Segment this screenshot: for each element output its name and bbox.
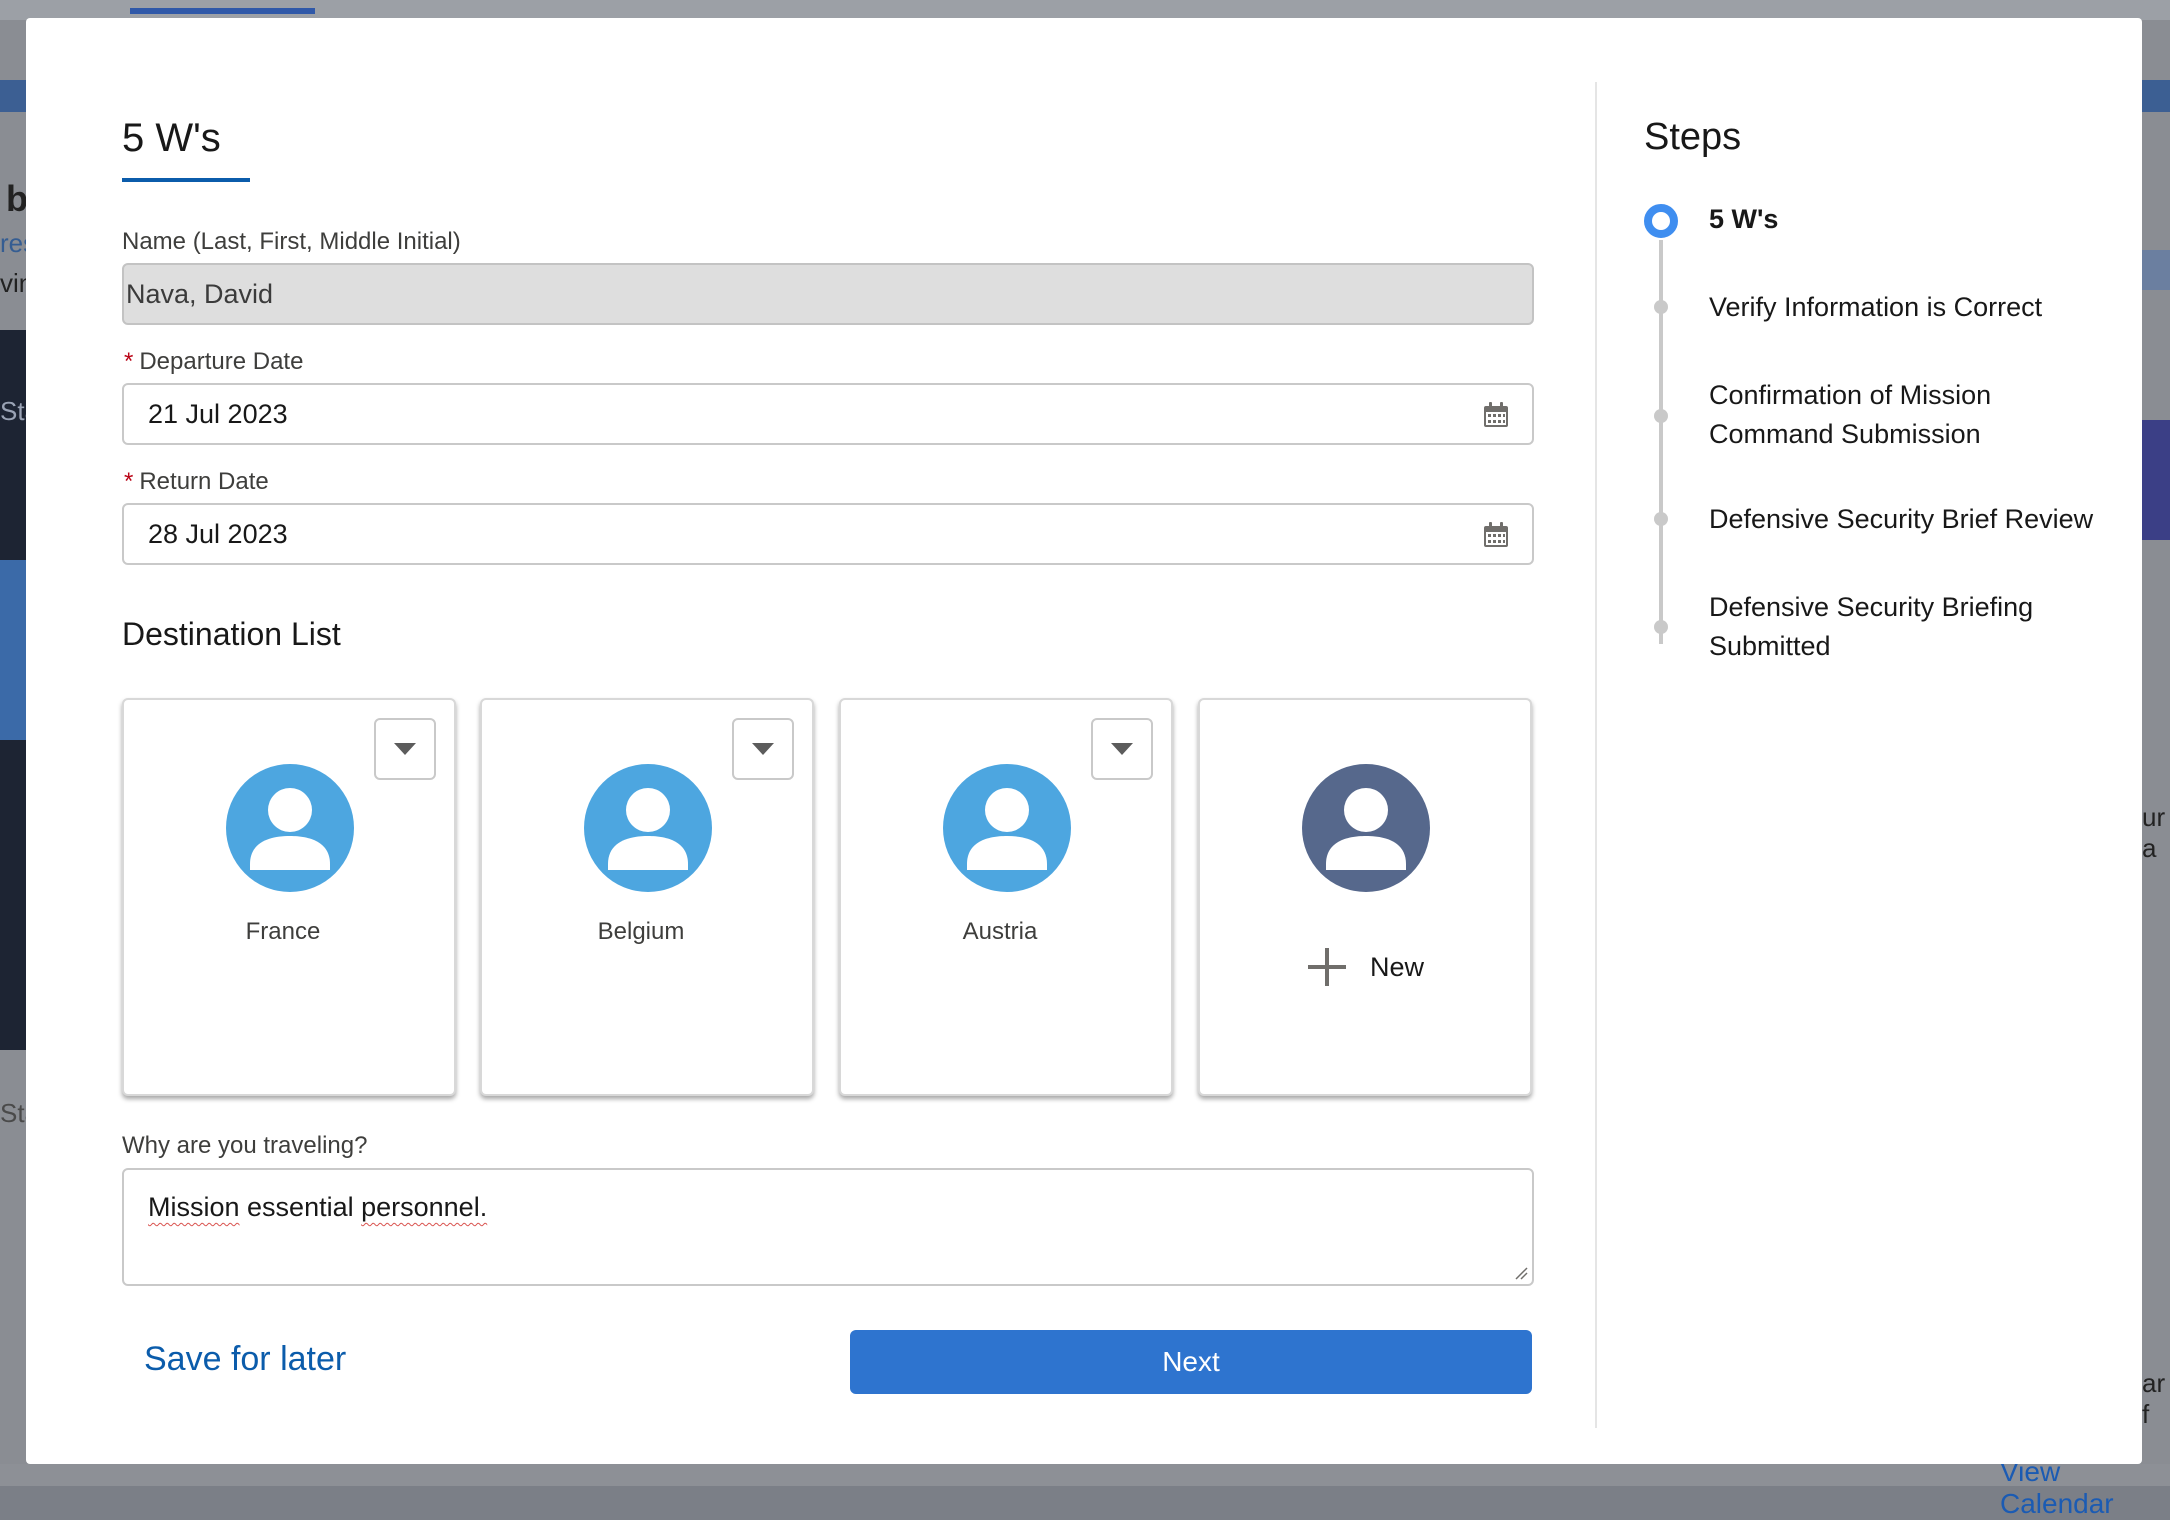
step-item-5ws[interactable]: 5 W's — [1709, 200, 2129, 239]
plus-icon — [1308, 948, 1346, 986]
background-right-band — [2142, 420, 2170, 540]
background-text: b — [6, 178, 28, 219]
required-marker: * — [124, 348, 134, 375]
step-item-confirmation-mission-command[interactable]: Confirmation of Mission Command Submissi… — [1709, 376, 2049, 454]
required-marker: * — [124, 468, 134, 495]
new-destination-card[interactable]: New — [1198, 698, 1532, 1096]
save-for-later-button[interactable]: Save for later — [144, 1340, 346, 1379]
step-item-defensive-security-review[interactable]: Defensive Security Brief Review — [1709, 500, 2129, 539]
new-destination-label: New — [1370, 951, 1425, 982]
calendar-icon[interactable] — [1482, 401, 1510, 429]
departure-date-value: 21 Jul 2023 — [148, 398, 288, 429]
chevron-down-icon — [394, 743, 416, 755]
departure-date-label-text: Departure Date — [139, 348, 304, 375]
background-top-bar — [0, 0, 2170, 20]
chevron-down-icon — [1111, 743, 1133, 755]
panel-divider — [1595, 82, 1597, 1428]
return-date-label-text: Return Date — [139, 468, 269, 495]
name-field: Nava, David — [122, 263, 1534, 325]
why-traveling-value: Mission essential personnel. — [148, 1192, 487, 1222]
user-avatar-icon — [584, 764, 712, 892]
resize-handle-icon[interactable] — [1514, 1266, 1528, 1280]
step-indicator — [1654, 300, 1668, 314]
card-menu-button[interactable] — [732, 718, 794, 780]
steps-title: Steps — [1644, 116, 1742, 158]
step-indicator — [1654, 512, 1668, 526]
user-avatar-icon — [1302, 764, 1430, 892]
destination-label: Belgium — [597, 918, 685, 945]
destination-label: France — [245, 918, 321, 945]
active-tab-underline — [122, 178, 250, 182]
background-left-highlight — [0, 560, 26, 740]
why-text-word: personnel. — [361, 1192, 488, 1222]
destination-card-austria[interactable]: Austria — [839, 698, 1173, 1096]
next-button[interactable]: Next — [850, 1330, 1532, 1394]
destination-label: Austria — [962, 918, 1038, 945]
step-indicator — [1654, 620, 1668, 634]
view-calendar-link[interactable]: View Calendar — [2000, 1456, 2170, 1520]
card-menu-button[interactable] — [1091, 718, 1153, 780]
step-indicator — [1654, 409, 1668, 423]
departure-date-input[interactable]: 21 Jul 2023 — [122, 383, 1534, 445]
destination-list-title: Destination List — [122, 616, 341, 652]
card-menu-button[interactable] — [374, 718, 436, 780]
return-date-input[interactable]: 28 Jul 2023 — [122, 503, 1534, 565]
background-text: ar f — [2142, 1368, 2166, 1429]
chevron-down-icon — [752, 743, 774, 755]
why-text-word: essential — [239, 1192, 362, 1222]
why-text-word: Mission — [148, 1192, 240, 1222]
step-item-verify-information[interactable]: Verify Information is Correct — [1709, 288, 2129, 327]
background-bottom-bar — [0, 1464, 2170, 1486]
destination-card-belgium[interactable]: Belgium — [480, 698, 814, 1096]
why-traveling-textarea[interactable]: Mission essential personnel. — [122, 1168, 1534, 1286]
name-field-label: Name (Last, First, Middle Initial) — [122, 228, 461, 255]
current-step-indicator — [1644, 204, 1678, 238]
why-traveling-label: Why are you traveling? — [122, 1132, 368, 1159]
new-destination-button[interactable]: New — [1306, 946, 1424, 988]
page-title[interactable]: 5 W's — [122, 116, 221, 161]
background-right-strip — [2142, 250, 2170, 290]
trip-wizard-modal: 5 W's Name (Last, First, Middle Initial)… — [26, 18, 2142, 1464]
return-date-value: 28 Jul 2023 — [148, 518, 288, 549]
background-active-tab-line — [130, 8, 315, 14]
return-date-label: * Return Date — [124, 468, 269, 496]
name-field-value: Nava, David — [126, 278, 274, 309]
calendar-icon[interactable] — [1482, 521, 1510, 549]
destination-card-france[interactable]: France — [122, 698, 456, 1096]
departure-date-label: * Departure Date — [124, 348, 303, 376]
background-text: ur a — [2142, 802, 2166, 863]
step-item-defensive-security-submitted[interactable]: Defensive Security Briefing Submitted — [1709, 588, 2069, 666]
user-avatar-icon — [226, 764, 354, 892]
user-avatar-icon — [943, 764, 1071, 892]
